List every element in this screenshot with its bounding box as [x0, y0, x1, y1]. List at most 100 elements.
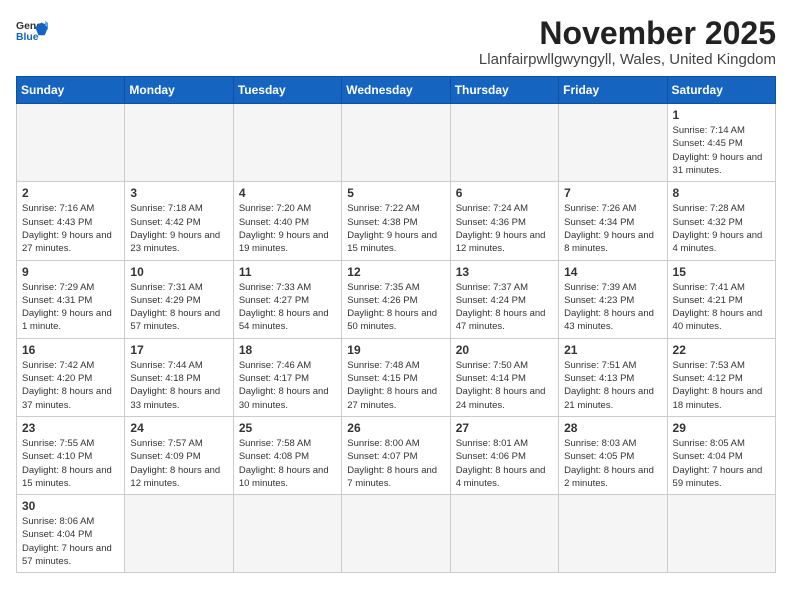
- calendar-cell: 7 Sunrise: 7:26 AM Sunset: 4:34 PM Daylig…: [559, 182, 667, 260]
- day-number: 2: [22, 186, 119, 200]
- day-number: 7: [564, 186, 661, 200]
- day-info: Sunrise: 7:39 AM Sunset: 4:23 PM Dayligh…: [564, 281, 661, 334]
- day-info: Sunrise: 7:53 AM Sunset: 4:12 PM Dayligh…: [673, 359, 770, 412]
- day-number: 22: [673, 343, 770, 357]
- calendar-week-3: 16 Sunrise: 7:42 AM Sunset: 4:20 PM Dayli…: [17, 338, 776, 416]
- day-number: 12: [347, 265, 444, 279]
- day-number: 25: [239, 421, 336, 435]
- calendar-cell: 27Sunrise: 8:01 AM Sunset: 4:06 PM Dayli…: [450, 416, 558, 494]
- day-number: 16: [22, 343, 119, 357]
- day-number: 19: [347, 343, 444, 357]
- day-info: Sunrise: 7:55 AM Sunset: 4:10 PM Dayligh…: [22, 437, 119, 490]
- calendar-week-1: 2 Sunrise: 7:16 AM Sunset: 4:43 PM Daylig…: [17, 182, 776, 260]
- day-number: 28: [564, 421, 661, 435]
- calendar-header-tuesday: Tuesday: [233, 77, 341, 104]
- day-number: 6: [456, 186, 553, 200]
- calendar-cell: 20Sunrise: 7:50 AM Sunset: 4:14 PM Dayli…: [450, 338, 558, 416]
- calendar-cell: [450, 495, 558, 573]
- calendar-week-2: 9Sunrise: 7:29 AM Sunset: 4:31 PM Daylig…: [17, 260, 776, 338]
- day-number: 13: [456, 265, 553, 279]
- calendar-cell: 3 Sunrise: 7:18 AM Sunset: 4:42 PM Daylig…: [125, 182, 233, 260]
- calendar-cell: 19Sunrise: 7:48 AM Sunset: 4:15 PM Dayli…: [342, 338, 450, 416]
- calendar-header-thursday: Thursday: [450, 77, 558, 104]
- day-number: 11: [239, 265, 336, 279]
- day-info: Sunrise: 7:31 AM Sunset: 4:29 PM Dayligh…: [130, 281, 227, 334]
- calendar-cell: [559, 495, 667, 573]
- day-info: Sunrise: 7:29 AM Sunset: 4:31 PM Dayligh…: [22, 281, 119, 334]
- calendar-header-row: SundayMondayTuesdayWednesdayThursdayFrid…: [17, 77, 776, 104]
- day-info: Sunrise: 7:26 AM Sunset: 4:34 PM Dayligh…: [564, 202, 661, 255]
- calendar-week-0: 1Sunrise: 7:14 AM Sunset: 4:45 PM Daylig…: [17, 104, 776, 182]
- calendar-cell: [233, 104, 341, 182]
- calendar-week-4: 23Sunrise: 7:55 AM Sunset: 4:10 PM Dayli…: [17, 416, 776, 494]
- day-number: 24: [130, 421, 227, 435]
- day-info: Sunrise: 7:51 AM Sunset: 4:13 PM Dayligh…: [564, 359, 661, 412]
- calendar-cell: 11 Sunrise: 7:33 AM Sunset: 4:27 PM Dayli…: [233, 260, 341, 338]
- day-info: Sunrise: 7:18 AM Sunset: 4:42 PM Dayligh…: [130, 202, 227, 255]
- calendar-header-wednesday: Wednesday: [342, 77, 450, 104]
- day-info: Sunrise: 7:57 AM Sunset: 4:09 PM Dayligh…: [130, 437, 227, 490]
- day-number: 8: [673, 186, 770, 200]
- day-number: 26: [347, 421, 444, 435]
- calendar-cell: 4 Sunrise: 7:20 AM Sunset: 4:40 PM Daylig…: [233, 182, 341, 260]
- day-info: Sunrise: 8:03 AM Sunset: 4:05 PM Dayligh…: [564, 437, 661, 490]
- calendar-cell: 29Sunrise: 8:05 AM Sunset: 4:04 PM Dayli…: [667, 416, 775, 494]
- calendar-cell: 28 Sunrise: 8:03 AM Sunset: 4:05 PM Dayli…: [559, 416, 667, 494]
- month-title: November 2025: [479, 16, 776, 51]
- title-block: November 2025 Llanfairpwllgwyngyll, Wale…: [479, 16, 776, 68]
- svg-text:Blue: Blue: [16, 32, 39, 43]
- day-info: Sunrise: 8:06 AM Sunset: 4:04 PM Dayligh…: [22, 515, 119, 568]
- calendar-cell: [342, 495, 450, 573]
- calendar-week-5: 30Sunrise: 8:06 AM Sunset: 4:04 PM Dayli…: [17, 495, 776, 573]
- calendar-cell: 21 Sunrise: 7:51 AM Sunset: 4:13 PM Dayli…: [559, 338, 667, 416]
- calendar-cell: 9Sunrise: 7:29 AM Sunset: 4:31 PM Daylig…: [17, 260, 125, 338]
- day-info: Sunrise: 7:37 AM Sunset: 4:24 PM Dayligh…: [456, 281, 553, 334]
- calendar-header-saturday: Saturday: [667, 77, 775, 104]
- page-header: General Blue November 2025 Llanfairpwllg…: [16, 16, 776, 68]
- day-info: Sunrise: 7:58 AM Sunset: 4:08 PM Dayligh…: [239, 437, 336, 490]
- calendar-cell: 2 Sunrise: 7:16 AM Sunset: 4:43 PM Daylig…: [17, 182, 125, 260]
- calendar-cell: [125, 104, 233, 182]
- calendar-cell: 14 Sunrise: 7:39 AM Sunset: 4:23 PM Dayli…: [559, 260, 667, 338]
- calendar-cell: 16 Sunrise: 7:42 AM Sunset: 4:20 PM Dayli…: [17, 338, 125, 416]
- calendar-cell: 23Sunrise: 7:55 AM Sunset: 4:10 PM Dayli…: [17, 416, 125, 494]
- calendar-cell: [233, 495, 341, 573]
- day-number: 5: [347, 186, 444, 200]
- calendar-cell: [450, 104, 558, 182]
- calendar-cell: 15Sunrise: 7:41 AM Sunset: 4:21 PM Dayli…: [667, 260, 775, 338]
- day-info: Sunrise: 8:01 AM Sunset: 4:06 PM Dayligh…: [456, 437, 553, 490]
- calendar-cell: 8 Sunrise: 7:28 AM Sunset: 4:32 PM Daylig…: [667, 182, 775, 260]
- day-number: 4: [239, 186, 336, 200]
- day-number: 3: [130, 186, 227, 200]
- day-info: Sunrise: 7:44 AM Sunset: 4:18 PM Dayligh…: [130, 359, 227, 412]
- calendar-cell: 10 Sunrise: 7:31 AM Sunset: 4:29 PM Dayli…: [125, 260, 233, 338]
- day-info: Sunrise: 7:33 AM Sunset: 4:27 PM Dayligh…: [239, 281, 336, 334]
- day-info: Sunrise: 7:35 AM Sunset: 4:26 PM Dayligh…: [347, 281, 444, 334]
- calendar-cell: 25 Sunrise: 7:58 AM Sunset: 4:08 PM Dayli…: [233, 416, 341, 494]
- calendar-header-sunday: Sunday: [17, 77, 125, 104]
- calendar-table: SundayMondayTuesdayWednesdayThursdayFrid…: [16, 76, 776, 573]
- day-info: Sunrise: 7:24 AM Sunset: 4:36 PM Dayligh…: [456, 202, 553, 255]
- day-number: 14: [564, 265, 661, 279]
- day-number: 1: [673, 108, 770, 122]
- calendar-cell: 30Sunrise: 8:06 AM Sunset: 4:04 PM Dayli…: [17, 495, 125, 573]
- calendar-cell: [559, 104, 667, 182]
- calendar-header-monday: Monday: [125, 77, 233, 104]
- calendar-cell: 22 Sunrise: 7:53 AM Sunset: 4:12 PM Dayli…: [667, 338, 775, 416]
- day-number: 17: [130, 343, 227, 357]
- day-number: 10: [130, 265, 227, 279]
- logo-icon: General Blue: [16, 16, 48, 48]
- day-info: Sunrise: 7:16 AM Sunset: 4:43 PM Dayligh…: [22, 202, 119, 255]
- location-title: Llanfairpwllgwyngyll, Wales, United King…: [479, 51, 776, 68]
- day-info: Sunrise: 7:20 AM Sunset: 4:40 PM Dayligh…: [239, 202, 336, 255]
- calendar-cell: 26 Sunrise: 8:00 AM Sunset: 4:07 PM Dayli…: [342, 416, 450, 494]
- calendar-cell: 6 Sunrise: 7:24 AM Sunset: 4:36 PM Daylig…: [450, 182, 558, 260]
- day-number: 15: [673, 265, 770, 279]
- day-info: Sunrise: 7:42 AM Sunset: 4:20 PM Dayligh…: [22, 359, 119, 412]
- day-info: Sunrise: 7:46 AM Sunset: 4:17 PM Dayligh…: [239, 359, 336, 412]
- calendar-header-friday: Friday: [559, 77, 667, 104]
- day-info: Sunrise: 7:28 AM Sunset: 4:32 PM Dayligh…: [673, 202, 770, 255]
- day-info: Sunrise: 8:00 AM Sunset: 4:07 PM Dayligh…: [347, 437, 444, 490]
- day-number: 21: [564, 343, 661, 357]
- calendar-cell: [17, 104, 125, 182]
